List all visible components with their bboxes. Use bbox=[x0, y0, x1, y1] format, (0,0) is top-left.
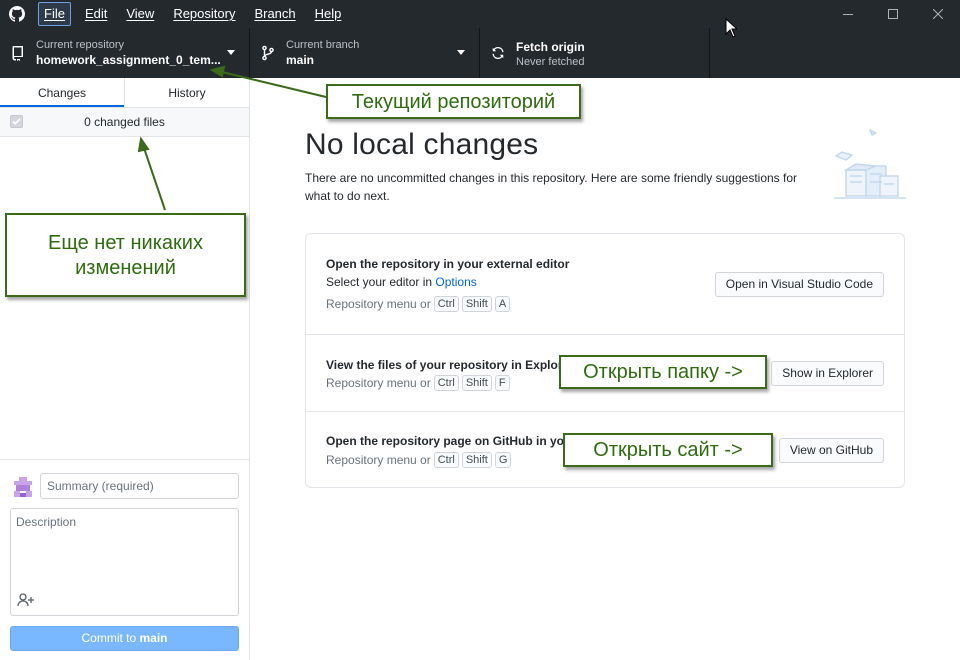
tab-history[interactable]: History bbox=[124, 78, 249, 107]
annotation-open-folder: Открыть папку -> bbox=[559, 355, 767, 389]
shortcut-hint: Repository menu or Ctrl Shift F bbox=[326, 375, 510, 391]
current-branch-value: main bbox=[286, 53, 315, 67]
close-icon bbox=[933, 9, 943, 19]
mouse-cursor-icon bbox=[725, 18, 737, 38]
page-subtitle: There are no uncommitted changes in this… bbox=[305, 171, 798, 203]
minimize-icon bbox=[843, 14, 853, 15]
current-branch-button[interactable]: Current branch main bbox=[250, 28, 480, 78]
sync-icon bbox=[492, 46, 504, 60]
avatar bbox=[11, 475, 35, 499]
shortcut-hint: Repository menu or Ctrl Shift A bbox=[326, 296, 511, 312]
github-logo-icon bbox=[9, 6, 25, 22]
menu-help[interactable]: Help bbox=[310, 2, 347, 26]
view-on-github-button[interactable]: View on GitHub bbox=[778, 438, 884, 463]
open-in-editor-button[interactable]: Open in Visual Studio Code bbox=[714, 272, 884, 297]
menu-view[interactable]: View bbox=[121, 2, 159, 26]
menu-file[interactable]: File bbox=[38, 2, 71, 26]
commit-description-input[interactable] bbox=[11, 509, 238, 589]
maximize-icon bbox=[888, 9, 898, 19]
changes-header: 0 changed files bbox=[0, 108, 249, 137]
sidebar-tabs: Changes History bbox=[0, 78, 249, 108]
branch-icon bbox=[262, 45, 274, 61]
commit-summary-input[interactable] bbox=[40, 473, 239, 499]
commit-button-branch: main bbox=[139, 631, 168, 645]
kbd-key: F bbox=[494, 375, 510, 391]
annotation-open-site: Открыть сайт -> bbox=[563, 433, 773, 467]
kbd-key: Ctrl bbox=[433, 375, 459, 391]
current-repository-value: homework_assignment_0_tem... bbox=[36, 53, 221, 67]
kbd-key: Ctrl bbox=[433, 452, 459, 468]
current-repository-button[interactable]: Current repository homework_assignment_0… bbox=[0, 28, 250, 78]
kbd-key: Shift bbox=[461, 296, 492, 312]
menu-branch[interactable]: Branch bbox=[249, 2, 300, 26]
kbd-key: A bbox=[494, 296, 511, 312]
options-link[interactable]: Options bbox=[435, 275, 476, 289]
kbd-key: Ctrl bbox=[433, 296, 459, 312]
menu-repository[interactable]: Repository bbox=[168, 2, 240, 26]
kbd-key: Shift bbox=[461, 375, 492, 391]
select-all-checkbox[interactable] bbox=[10, 115, 23, 128]
shortcut-hint-text: Repository menu or bbox=[326, 297, 431, 311]
annotation-no-changes-line1: Еще нет никаких bbox=[48, 232, 203, 254]
suggestion-editor-text: Select your editor in bbox=[326, 275, 436, 289]
suggestion-editor-line: Select your editor in Options bbox=[326, 275, 477, 289]
changed-files-count: 0 changed files bbox=[84, 115, 165, 129]
kbd-key: G bbox=[494, 452, 512, 468]
fetch-status: Never fetched bbox=[516, 56, 585, 68]
suggestion-external-editor: Open the repository in your external edi… bbox=[306, 234, 904, 334]
minimize-button[interactable] bbox=[825, 0, 871, 28]
chevron-down-icon bbox=[457, 50, 465, 55]
empty-state-illustration-icon bbox=[834, 128, 906, 199]
add-coauthor-icon[interactable] bbox=[17, 593, 35, 607]
shortcut-hint: Repository menu or Ctrl Shift G bbox=[326, 452, 512, 468]
title-bar: File Edit View Repository Branch Help bbox=[0, 0, 960, 28]
show-in-explorer-button[interactable]: Show in Explorer bbox=[771, 361, 884, 386]
menu-edit[interactable]: Edit bbox=[80, 2, 112, 26]
maximize-button[interactable] bbox=[870, 0, 916, 28]
tab-changes[interactable]: Changes bbox=[0, 78, 124, 107]
close-window-button[interactable] bbox=[915, 0, 960, 28]
annotation-current-repo: Текущий репозиторий bbox=[326, 84, 581, 119]
annotation-no-changes: Еще нет никаких изменений bbox=[5, 213, 246, 297]
commit-button[interactable]: Commit to main bbox=[10, 626, 239, 651]
commit-area: Commit to main bbox=[0, 459, 249, 660]
kbd-key: Shift bbox=[461, 452, 492, 468]
sidebar: Changes History 0 changed files Co bbox=[0, 78, 250, 660]
commit-button-prefix: Commit to bbox=[81, 631, 140, 645]
suggestion-title: Open the repository in your external edi… bbox=[326, 257, 570, 271]
menu-bar: File Edit View Repository Branch Help bbox=[38, 2, 355, 26]
annotation-no-changes-line2: изменений bbox=[75, 257, 176, 279]
check-icon bbox=[12, 118, 21, 125]
toolbar: Current repository homework_assignment_0… bbox=[0, 28, 960, 78]
repo-icon bbox=[12, 46, 23, 61]
page-title: No local changes bbox=[305, 128, 539, 161]
current-repository-label: Current repository bbox=[36, 39, 125, 51]
suggestion-title: View the files of your repository in Exp… bbox=[326, 358, 574, 372]
fetch-origin-button[interactable]: Fetch origin Never fetched bbox=[480, 28, 710, 78]
chevron-down-icon bbox=[227, 50, 235, 55]
commit-description-box bbox=[10, 508, 239, 616]
fetch-origin-title: Fetch origin bbox=[516, 40, 585, 54]
shortcut-hint-text: Repository menu or bbox=[326, 453, 431, 467]
shortcut-hint-text: Repository menu or bbox=[326, 376, 431, 390]
current-branch-label: Current branch bbox=[286, 39, 360, 51]
